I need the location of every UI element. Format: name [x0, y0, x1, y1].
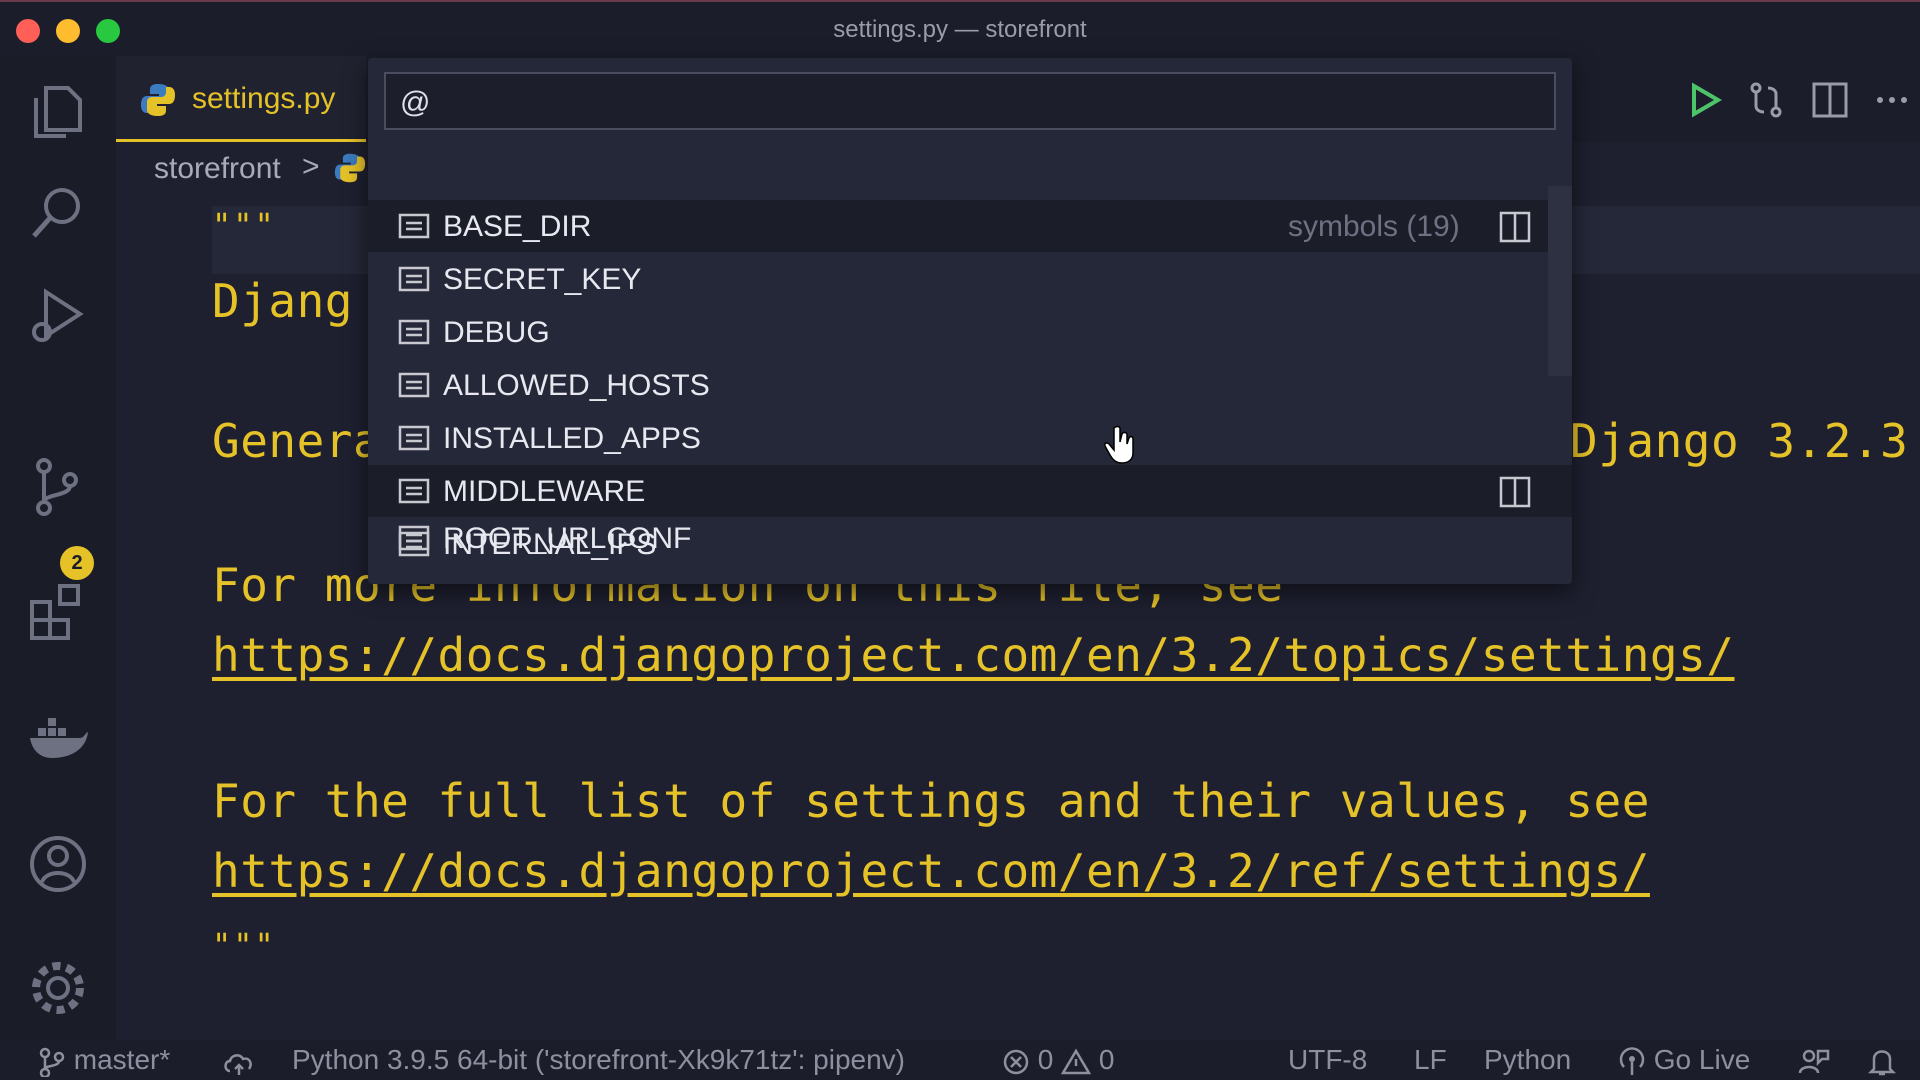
python-file-icon	[141, 84, 175, 116]
broadcast-icon	[1619, 1046, 1645, 1075]
symbol-label: ROOT_URLCONF	[443, 522, 692, 555]
eol-status[interactable]: LF	[1414, 1044, 1447, 1076]
settings-ref-link[interactable]: https://docs.djangoproject.com/en/3.2/re…	[212, 844, 1650, 898]
source-control-badge: 2	[60, 546, 94, 580]
open-to-side-icon[interactable]	[1498, 210, 1532, 244]
warning-count: 0	[1098, 1044, 1115, 1075]
branch-name: master*	[73, 1044, 171, 1075]
symbols-count: symbols (19)	[1288, 210, 1460, 243]
compare-changes-icon	[1750, 82, 1782, 118]
bell-icon	[1867, 1049, 1897, 1075]
quick-open-scrollbar[interactable]	[1548, 186, 1572, 376]
encoding-status[interactable]: UTF-8	[1288, 1044, 1367, 1076]
symbol-label: SECRET_KEY	[443, 263, 642, 296]
variable-symbol-icon	[398, 372, 430, 398]
settings-gear-icon[interactable]	[26, 956, 90, 1020]
tab-settings-py[interactable]: settings.py	[116, 56, 366, 142]
docker-icon[interactable]	[26, 706, 90, 770]
symbol-label: INSTALLED_APPS	[443, 422, 701, 455]
more-actions-button[interactable]	[1870, 78, 1918, 126]
git-branch-icon	[39, 1047, 65, 1078]
variable-symbol-icon	[398, 213, 430, 239]
tab-label: settings.py	[192, 82, 336, 115]
variable-symbol-icon	[398, 425, 430, 451]
activity-bar: 2	[0, 56, 116, 1040]
feedback-icon	[1798, 1049, 1830, 1073]
python-file-icon[interactable]	[334, 152, 366, 184]
code-line: Genera	[212, 414, 382, 468]
hand-cursor-icon	[1104, 425, 1134, 464]
code-line: Djang	[212, 274, 353, 328]
status-bar: master* Python 3.9.5 64-bit ('storefront…	[0, 1040, 1920, 1080]
symbol-item-debug[interactable]: DEBUG	[368, 306, 1572, 358]
quick-open-input[interactable]: @	[384, 72, 1556, 130]
symbol-label: BASE_DIR	[443, 210, 592, 243]
branch-status[interactable]: master*	[38, 1044, 171, 1078]
sync-button[interactable]	[222, 1044, 256, 1077]
error-icon	[1003, 1049, 1029, 1074]
variable-symbol-icon	[398, 478, 430, 504]
warning-icon	[1060, 1048, 1092, 1074]
quick-open-widget: @ BASE_DIR symbols (19) SECRET_KEY DEBUG…	[368, 58, 1572, 584]
window-title: settings.py — storefront	[833, 16, 1087, 43]
split-editor-icon	[1812, 82, 1848, 118]
symbol-item-secret-key[interactable]: SECRET_KEY	[368, 253, 1572, 305]
explorer-icon[interactable]	[26, 80, 90, 144]
error-count: 0	[1037, 1044, 1054, 1075]
split-editor-button[interactable]	[1808, 78, 1856, 126]
docstring-close: """	[212, 926, 276, 964]
play-icon	[1692, 82, 1722, 118]
docstring-open: """	[212, 206, 276, 244]
title-bar: settings.py — storefront	[0, 0, 1920, 56]
problems-status[interactable]: 0 0	[1002, 1044, 1115, 1076]
run-debug-icon[interactable]	[26, 284, 90, 348]
cloud-upload-icon	[224, 1053, 252, 1075]
open-changes-button[interactable]	[1744, 78, 1792, 126]
ellipsis-icon	[1877, 97, 1907, 103]
go-live-label: Go Live	[1653, 1044, 1751, 1075]
source-control-icon[interactable]	[26, 454, 90, 518]
symbol-label: ALLOWED_HOSTS	[443, 369, 710, 402]
symbol-label: MIDDLEWARE	[443, 475, 646, 508]
variable-symbol-icon	[398, 266, 430, 292]
symbol-label: DEBUG	[443, 316, 550, 349]
symbol-item-middleware[interactable]: MIDDLEWARE	[368, 465, 1572, 517]
variable-symbol-icon	[398, 319, 430, 345]
open-to-side-icon[interactable]	[1498, 475, 1532, 509]
settings-docs-link[interactable]: https://docs.djangoproject.com/en/3.2/to…	[212, 628, 1735, 682]
run-file-button[interactable]	[1682, 78, 1730, 126]
symbol-item-root-urlconf-partial	[368, 571, 1572, 584]
symbol-item-installed-apps[interactable]: INSTALLED_APPS	[368, 412, 1572, 464]
account-icon[interactable]	[26, 832, 90, 896]
extensions-icon[interactable]	[26, 580, 90, 644]
symbol-item-root-urlconf[interactable]: ROOT_URLCONF	[368, 512, 1572, 564]
search-icon[interactable]	[26, 180, 90, 244]
feedback-button[interactable]	[1798, 1044, 1830, 1077]
breadcrumb-separator: >	[302, 150, 320, 183]
notifications-button[interactable]	[1867, 1044, 1897, 1077]
symbol-item-allowed-hosts[interactable]: ALLOWED_HOSTS	[368, 359, 1572, 411]
symbol-item-base-dir[interactable]: BASE_DIR symbols (19)	[368, 200, 1572, 252]
code-line: Django 3.2.3	[1570, 414, 1909, 468]
code-line: For the full list of settings and their …	[212, 774, 1650, 828]
python-interpreter[interactable]: Python 3.9.5 64-bit ('storefront-Xk9k71t…	[292, 1044, 905, 1076]
language-mode[interactable]: Python	[1484, 1044, 1571, 1076]
go-live-button[interactable]: Go Live	[1618, 1044, 1750, 1077]
breadcrumb-folder[interactable]: storefront	[154, 152, 281, 186]
variable-symbol-icon	[398, 525, 430, 551]
